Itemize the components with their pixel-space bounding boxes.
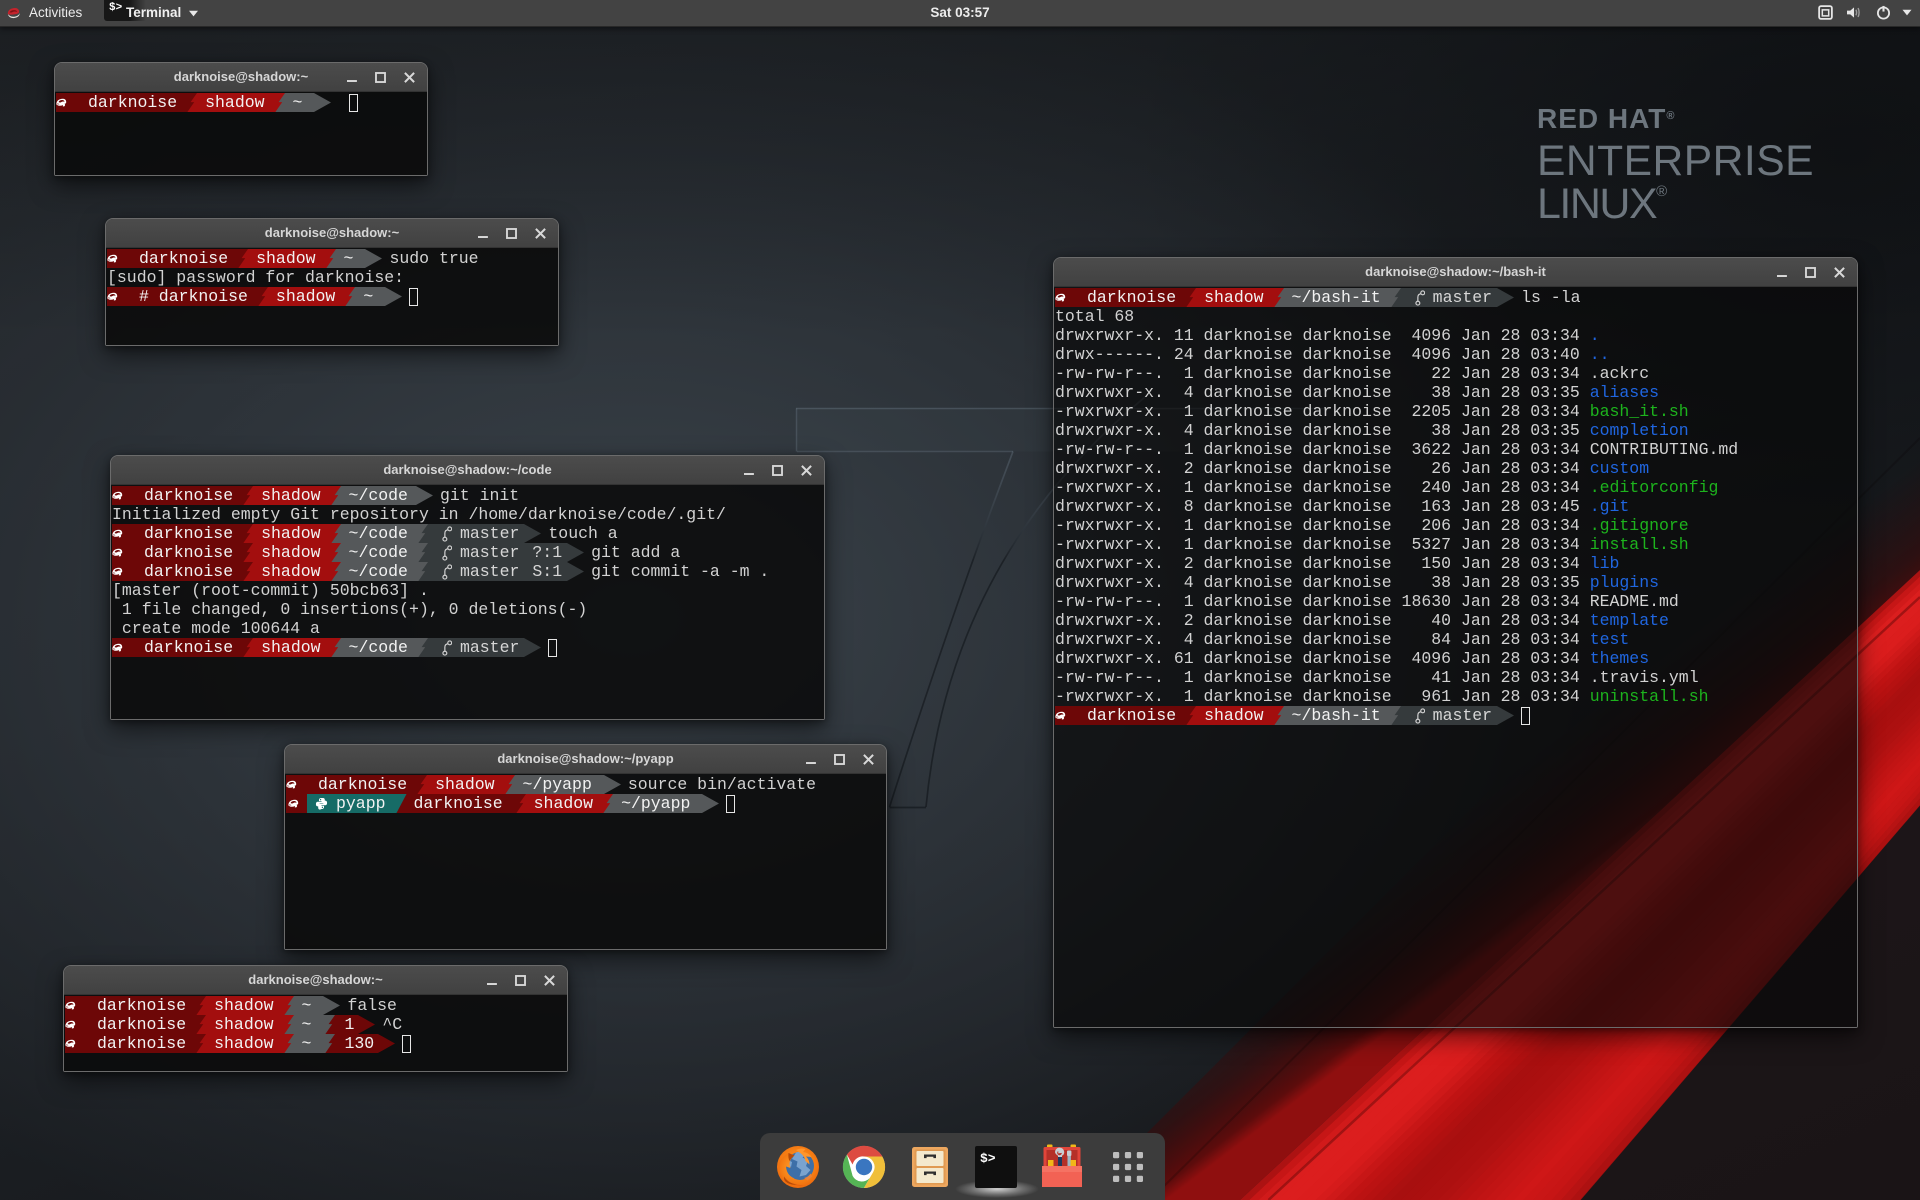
svg-text:$>: $> (980, 1151, 996, 1166)
